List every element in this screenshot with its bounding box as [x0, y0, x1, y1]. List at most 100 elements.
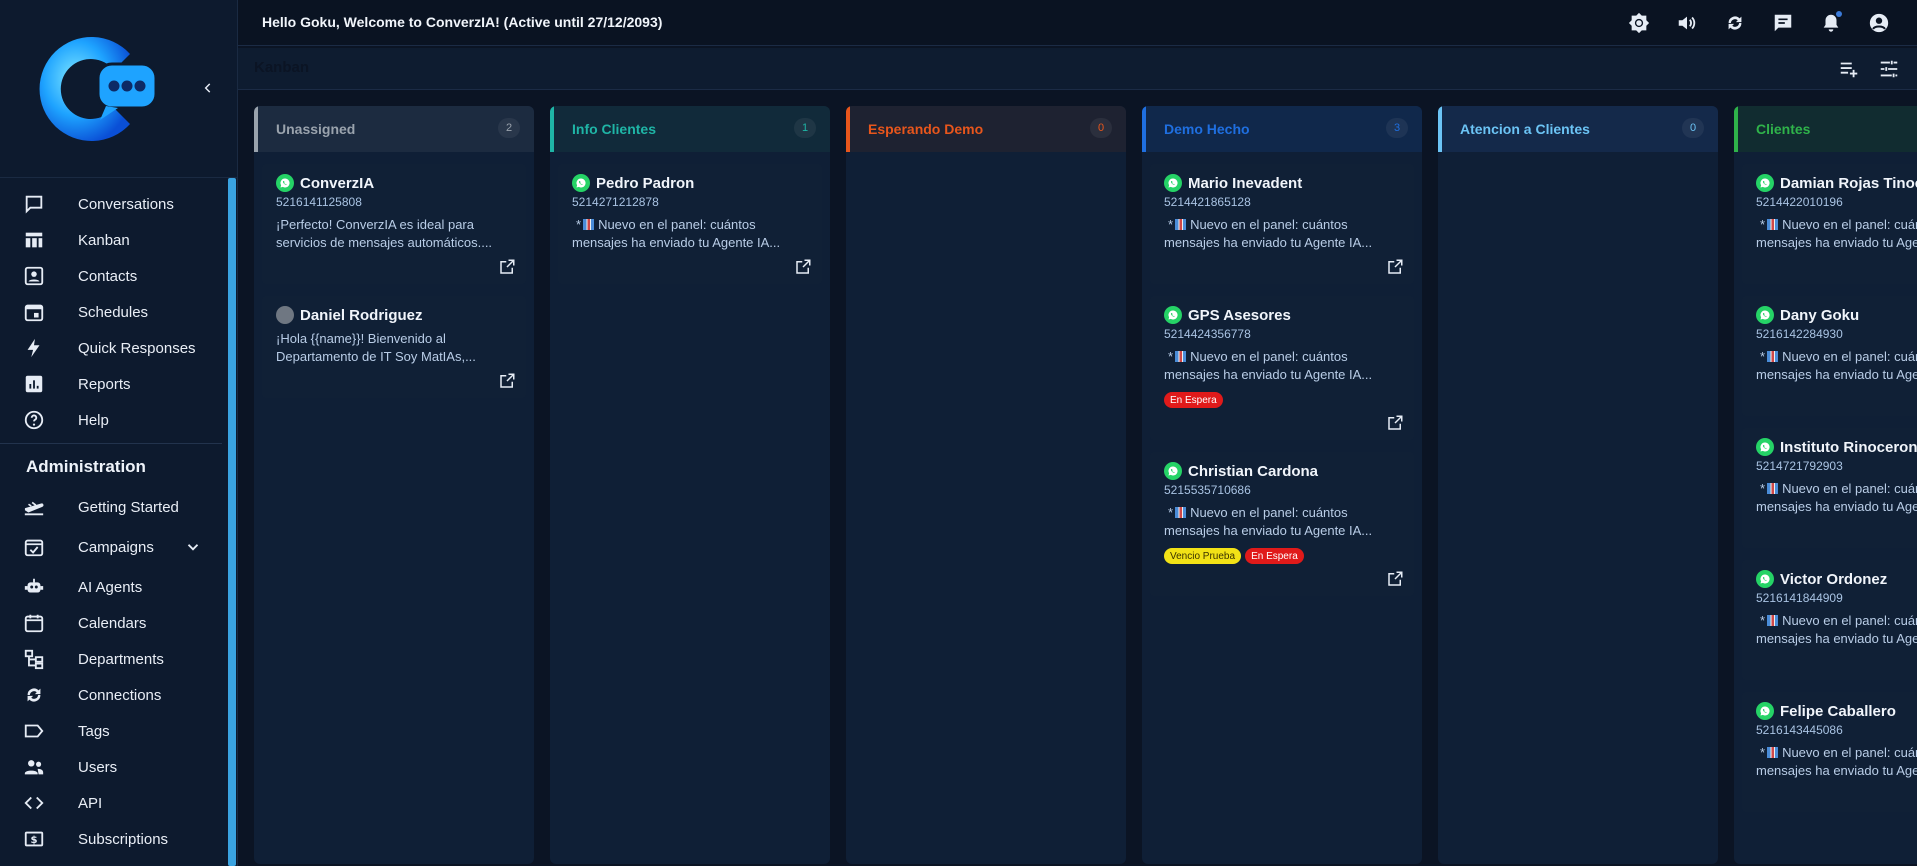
contact-card[interactable]: Dany Goku 5216142284930 * Nuevo en el panel… — [1742, 296, 1917, 416]
sidebar-item-departments[interactable]: Departments — [0, 641, 226, 677]
contact-name-row: Dany Goku — [1756, 306, 1917, 324]
sidebar: Conversations Kanban Contacts Schedules … — [0, 0, 238, 866]
last-message-preview: *Nuevo en el panel: cuántos mensajes ha … — [1756, 348, 1917, 384]
chart-emoji-icon — [1767, 615, 1779, 626]
contact-card[interactable]: ConverzIA 5216141125808 ¡Perfecto! Converz… — [262, 164, 526, 284]
contact-card[interactable]: Felipe Caballero 5216143445086 * Nuevo en e… — [1742, 692, 1917, 812]
sidebar-item-schedules[interactable]: Schedules — [0, 294, 226, 330]
card-tags: Vencio Prueba En Espera — [1164, 548, 1402, 564]
sidebar-item-campaigns[interactable]: Campaigns — [0, 529, 226, 565]
open-ticket-icon[interactable] — [1386, 570, 1404, 588]
message-text: ¡Hola {{name}}! Bienvenido al Departamen… — [276, 331, 476, 364]
chart-emoji-icon — [1175, 351, 1187, 362]
sidebar-item-quick-responses[interactable]: Quick Responses — [0, 330, 226, 366]
open-ticket-icon[interactable] — [1386, 258, 1404, 276]
collapse-sidebar-button[interactable] — [196, 76, 220, 100]
contact-card[interactable]: Daniel Rodriguez ¡Hola {{name}}! Bienveni… — [262, 296, 526, 398]
message-text: Nuevo en el panel: cuántos mensajes ha e… — [572, 217, 781, 250]
tag-badge: En Espera — [1164, 392, 1223, 408]
filter-settings-icon[interactable] — [1877, 57, 1901, 81]
sparkle-icon: * — [1168, 349, 1174, 364]
sidebar-item-ai-agents[interactable]: AI Agents — [0, 569, 226, 605]
board-actions — [1837, 57, 1901, 81]
logo-area — [0, 0, 238, 178]
message-text: Nuevo en el panel: cuántos mensajes ha e… — [1164, 217, 1373, 250]
contact-card[interactable]: Instituto Rinoceronte 5214721792903 * Nuevo… — [1742, 428, 1917, 548]
contact-name: Felipe Caballero — [1780, 702, 1896, 720]
page-title: Kanban — [254, 59, 310, 76]
contact-card[interactable]: Mario Inevadent 5214421865128 * Nuevo en el… — [1150, 164, 1414, 284]
lane-header: Info Clientes 1 — [550, 106, 830, 152]
contact-card[interactable]: Christian Cardona 5215535710686 * Nuevo en … — [1150, 452, 1414, 596]
message-text: Nuevo en el panel: cuántos mensajes ha e… — [1164, 505, 1373, 538]
chat-icon[interactable] — [1771, 11, 1795, 35]
avatar-placeholder-icon — [276, 306, 294, 324]
account-icon[interactable] — [1867, 11, 1891, 35]
lane-header: Demo Hecho 3 — [1142, 106, 1422, 152]
last-message-preview: *Nuevo en el panel: cuántos mensajes ha … — [1164, 348, 1402, 384]
add-lane-icon[interactable] — [1837, 57, 1861, 81]
sidebar-item-connections[interactable]: Connections — [0, 677, 226, 713]
contact-name: Victor Ordonez — [1780, 570, 1888, 588]
lane-title: Clientes — [1756, 121, 1811, 137]
open-ticket-icon[interactable] — [498, 372, 516, 390]
contact-name-row: Pedro Padron — [572, 174, 810, 192]
lane-cards: Mario Inevadent 5214421865128 * Nuevo en el… — [1150, 164, 1414, 608]
sidebar-item-subscriptions[interactable]: $ Subscriptions — [0, 821, 226, 857]
sync-icon[interactable] — [1723, 11, 1747, 35]
contact-card[interactable]: Pedro Padron 5214271212878 * Nuevo en el pa… — [558, 164, 822, 284]
last-message-preview: *Nuevo en el panel: cuántos mensajes ha … — [1164, 216, 1402, 252]
chart-emoji-icon — [1767, 483, 1779, 494]
contact-card[interactable]: Victor Ordonez 5216141844909 * Nuevo en el … — [1742, 560, 1917, 680]
lane-header: Clientes — [1734, 106, 1917, 152]
plane-icon — [23, 496, 45, 518]
chart-emoji-icon — [1767, 351, 1779, 362]
chart-emoji-icon — [1767, 219, 1779, 230]
sidebar-item-tags[interactable]: Tags — [0, 713, 226, 749]
sidebar-item-conversations[interactable]: Conversations — [0, 186, 226, 222]
sidebar-item-label: Quick Responses — [78, 339, 196, 357]
sidebar-scrollbar[interactable] — [228, 178, 236, 866]
sidebar-item-contacts[interactable]: Contacts — [0, 258, 226, 294]
topbar-actions — [1627, 11, 1891, 35]
contact-name: Christian Cardona — [1188, 462, 1319, 480]
brightness-icon[interactable] — [1627, 11, 1651, 35]
open-ticket-icon[interactable] — [794, 258, 812, 276]
tag-icon — [23, 720, 45, 742]
message-text: Nuevo en el panel: cuántos mensajes ha e… — [1756, 745, 1917, 778]
sparkle-icon: * — [1760, 745, 1766, 760]
reports-icon — [23, 373, 45, 395]
whatsapp-icon — [1756, 438, 1774, 456]
sparkle-icon: * — [1168, 505, 1174, 520]
contact-name: Daniel Rodriguez — [300, 306, 423, 324]
bell-icon[interactable] — [1819, 11, 1843, 35]
volume-icon[interactable] — [1675, 11, 1699, 35]
sparkle-icon: * — [1168, 217, 1174, 232]
last-message-preview: *Nuevo en el panel: cuántos mensajes ha … — [1756, 480, 1917, 516]
kanban-lane: Info Clientes 1 Pedro Padron 5214271212878 *… — [550, 106, 830, 864]
notification-badge — [1836, 11, 1842, 17]
whatsapp-icon — [276, 174, 294, 192]
lane-title: Esperando Demo — [868, 121, 984, 137]
sidebar-item-calendars[interactable]: Calendars — [0, 605, 226, 641]
contact-name: Mario Inevadent — [1188, 174, 1303, 192]
last-message-preview: *Nuevo en el panel: cuántos mensajes ha … — [1756, 612, 1917, 648]
tag-badge: En Espera — [1245, 548, 1304, 564]
chevron-down-icon[interactable] — [184, 538, 202, 556]
last-message-preview: *Nuevo en el panel: cuántos mensajes ha … — [572, 216, 810, 252]
contact-phone: 5214424356778 — [1164, 327, 1251, 341]
sidebar-item-users[interactable]: Users — [0, 749, 226, 785]
message-text: Nuevo en el panel: cuántos mensajes ha e… — [1756, 217, 1917, 250]
open-ticket-icon[interactable] — [1386, 414, 1404, 432]
open-ticket-icon[interactable] — [498, 258, 516, 276]
contact-phone: 5216143445086 — [1756, 723, 1843, 737]
sidebar-item-api[interactable]: API — [0, 785, 226, 821]
sidebar-item-help[interactable]: Help — [0, 402, 226, 438]
contact-card[interactable]: Damian Rojas Tinoco 5214422010196 *Nuevo e… — [1742, 164, 1917, 284]
sidebar-item-kanban[interactable]: Kanban — [0, 222, 226, 258]
contact-card[interactable]: GPS Asesores 5214424356778 * Nuevo en el pa… — [1150, 296, 1414, 440]
sidebar-item-reports[interactable]: Reports — [0, 366, 226, 402]
kanban-lane: Demo Hecho 3 Mario Inevadent 5214421865128 *… — [1142, 106, 1422, 864]
sidebar-item-getting-started[interactable]: Getting Started — [0, 489, 226, 525]
departments-icon — [23, 648, 45, 670]
